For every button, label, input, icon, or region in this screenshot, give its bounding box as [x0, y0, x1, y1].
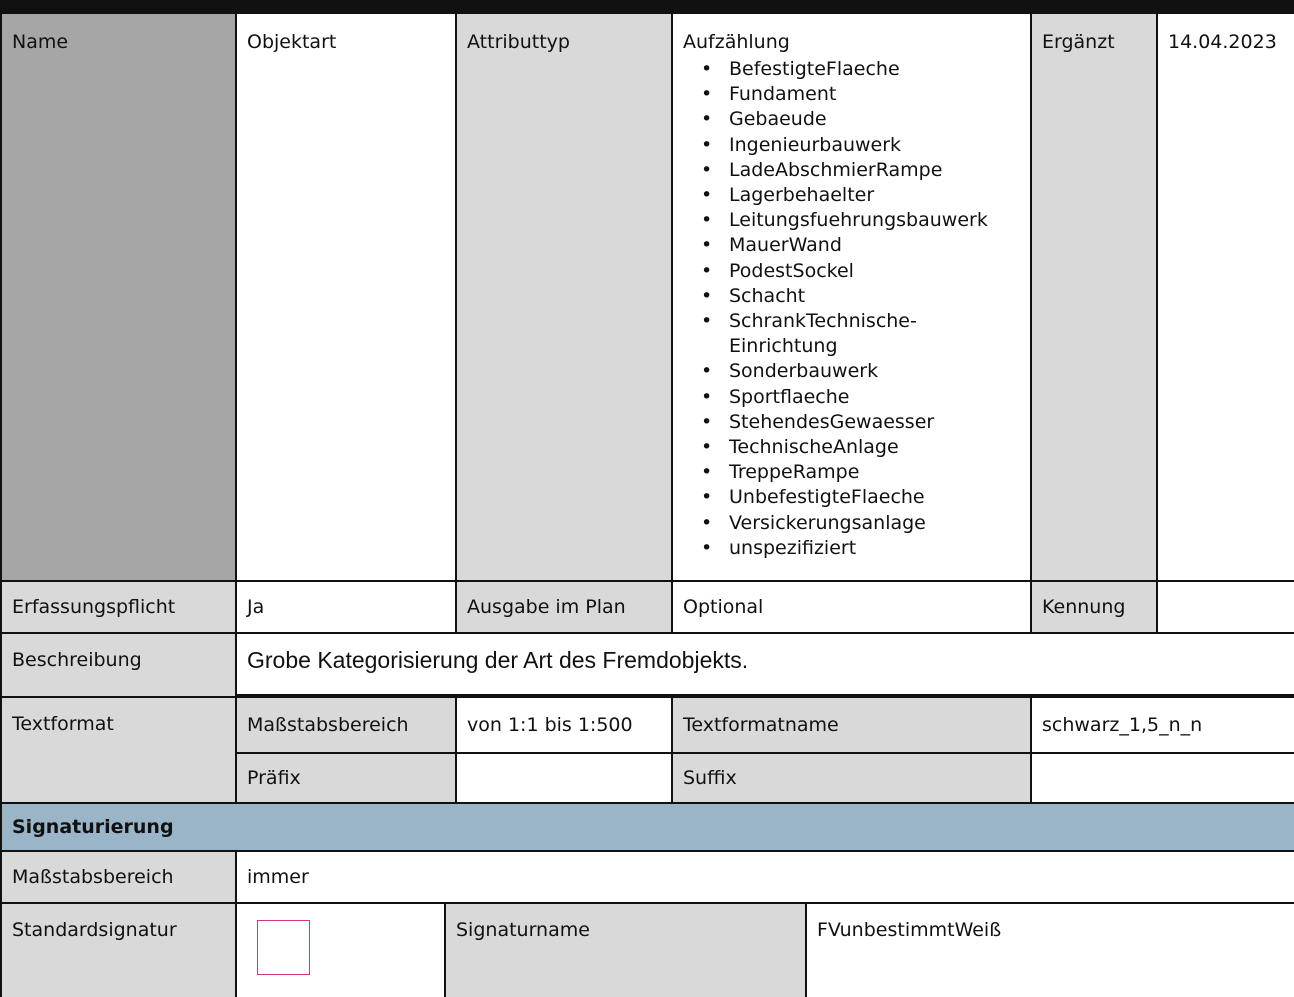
suffix-value: [1032, 754, 1294, 804]
attribute-type-cell: Aufzählung BefestigteFlaeche Fundament G…: [673, 14, 1032, 582]
text-format-name-value: schwarz_1,5_n_n: [1032, 698, 1294, 754]
signature-scale-label: Maßstabsbereich: [2, 852, 237, 904]
enum-item: MauerWand: [683, 233, 1022, 258]
id-label: Kennung: [1032, 582, 1158, 634]
text-format-scale-label: Maßstabsbereich: [237, 698, 457, 754]
enum-item: SchrankTechnische-Einrichtung: [683, 309, 919, 359]
enum-value-list: BefestigteFlaeche Fundament Gebaeude Ing…: [683, 57, 1022, 561]
required-value: Ja: [237, 582, 457, 634]
signature-name-label: Signaturname: [446, 904, 807, 997]
enum-item: Sonderbauwerk: [683, 359, 1022, 384]
description-value-cell: Grobe Kategorisierung der Art des Fremdo…: [237, 634, 1294, 698]
enum-item: Fundament: [683, 82, 1022, 107]
plan-output-label: Ausgabe im Plan: [457, 582, 673, 634]
description-value: Grobe Kategorisierung der Art des Fremdo…: [247, 647, 749, 673]
name-label: Name: [2, 14, 237, 582]
prefix-value: [457, 754, 673, 804]
standard-signature-label: Standardsignatur: [2, 904, 237, 997]
prefix-label: Präfix: [237, 754, 457, 804]
enum-item: BefestigteFlaeche: [683, 57, 1022, 82]
enum-item: Sportflaeche: [683, 385, 1022, 410]
suffix-label: Suffix: [673, 754, 1032, 804]
signature-scale-value: immer: [237, 852, 1294, 904]
enum-item: Schacht: [683, 284, 1022, 309]
enum-item: TreppeRampe: [683, 460, 1022, 485]
signature-section-title: Signaturierung: [2, 804, 1294, 852]
added-label: Ergänzt: [1032, 14, 1158, 582]
enum-item: Leitungsfuehrungsbauwerk: [683, 208, 1022, 233]
description-label: Beschreibung: [2, 634, 237, 698]
enum-item: unspezifiziert: [683, 536, 1022, 561]
enum-item: StehendesGewaesser: [683, 410, 1022, 435]
attribute-type-value: Aufzählung: [683, 31, 790, 53]
name-value: Objektart: [237, 14, 457, 582]
enum-item: Ingenieurbauwerk: [683, 133, 1022, 158]
enum-item: Versickerungsanlage: [683, 511, 1022, 536]
enum-item: UnbefestigteFlaeche: [683, 485, 1022, 510]
text-format-name-label: Textformatname: [673, 698, 1032, 754]
text-format-scale-value: von 1:1 bis 1:500: [457, 698, 673, 754]
enum-item: Lagerbehaelter: [683, 183, 1022, 208]
id-value: [1158, 582, 1294, 634]
text-format-label: Textformat: [2, 698, 237, 804]
plan-output-value: Optional: [673, 582, 1032, 634]
attribute-type-label: Attributtyp: [457, 14, 673, 582]
enum-item: Gebaeude: [683, 107, 1022, 132]
added-value: 14.04.2023: [1158, 14, 1294, 582]
signature-swatch: [257, 920, 310, 975]
enum-item: TechnischeAnlage: [683, 435, 1022, 460]
signature-name-value: FVunbestimmtWeiß: [807, 904, 1294, 997]
required-label: Erfassungspflicht: [2, 582, 237, 634]
enum-item: PodestSockel: [683, 259, 1022, 284]
enum-item: LadeAbschmierRampe: [683, 158, 1022, 183]
top-rule: [0, 0, 1294, 14]
attribute-sheet: Name Objektart Attributtyp Aufzählung Be…: [0, 0, 1294, 997]
